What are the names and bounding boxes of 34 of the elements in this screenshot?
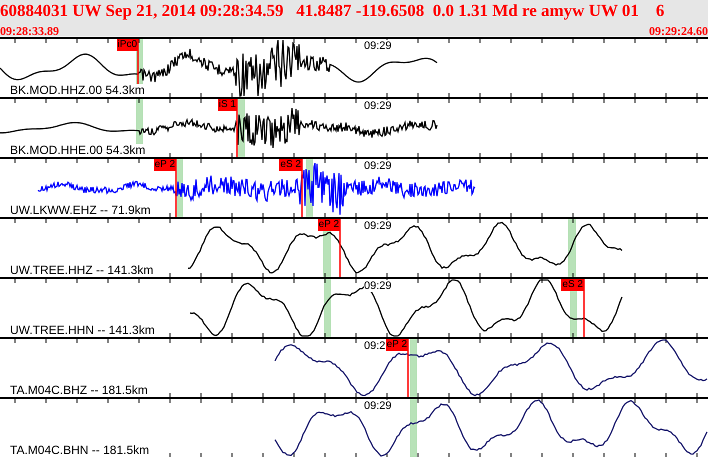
pick-line <box>339 219 341 277</box>
arrival-window <box>324 279 331 337</box>
time-mark: 09:29 <box>364 280 392 292</box>
time-mark: 09:2 <box>364 340 386 352</box>
station-label: UW.TREE.HHN -- 141.3km <box>10 324 155 337</box>
arrival-window <box>568 219 576 277</box>
time-mark: 09:29 <box>364 100 392 112</box>
station-label: UW.TREE.HHZ -- 141.3km <box>10 264 154 277</box>
pick-line <box>236 99 238 157</box>
time-mark: 09:29 <box>364 400 392 412</box>
station-label: TA.M04C.BHN -- 181.5km <box>10 444 150 457</box>
phase-pick-label[interactable]: iS 1 <box>218 99 237 111</box>
pick-line <box>407 339 409 397</box>
event-summary: 60884031 UW Sep 21, 2014 09:28:34.59 41.8487 -119.6508 0.0 1.31 Md re amyw UW 01 6 <box>0 0 664 21</box>
station-label: BK.MOD.HHE.00 54.3km <box>10 144 146 157</box>
pick-line <box>583 279 585 337</box>
arrival-window <box>410 339 417 397</box>
phase-pick-label[interactable]: eS 2 <box>561 279 584 291</box>
phase-pick-label[interactable]: eP 2 <box>386 339 408 351</box>
station-label: BK.MOD.HHZ.00 54.3km <box>10 84 145 97</box>
pick-line <box>175 159 177 217</box>
end-time: 09:29:24.60 <box>649 24 708 37</box>
time-mark: 09:29 <box>364 220 392 232</box>
phase-pick-label[interactable]: eP 2 <box>318 219 340 231</box>
arrival-window <box>410 399 417 457</box>
phase-pick-label[interactable]: eP 2 <box>154 159 176 171</box>
start-time: 09:28:33.89 <box>0 24 59 37</box>
station-label: UW.LKWW.EHZ -- 71.9km <box>10 204 151 217</box>
phase-pick-label[interactable]: iPc0 <box>116 39 138 51</box>
time-mark: 09:29 <box>364 160 392 172</box>
phase-pick-label[interactable]: eS 2 <box>279 159 302 171</box>
pick-line <box>301 159 303 217</box>
time-mark: 09:29 <box>364 40 392 52</box>
station-label: TA.M04C.BHZ -- 181.5km <box>10 384 148 397</box>
